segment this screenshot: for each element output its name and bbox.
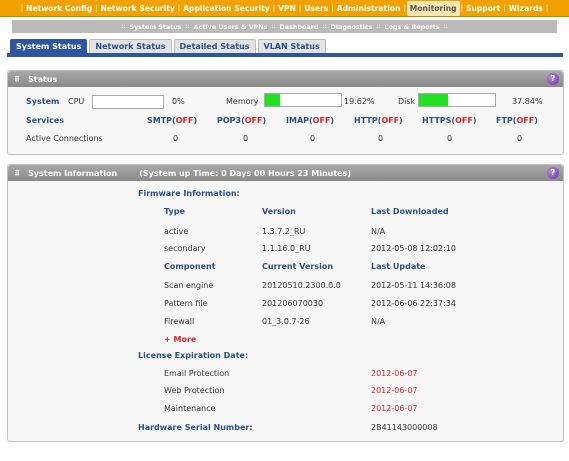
disk-label: Disk (398, 97, 416, 106)
serial-value: 2B41143000008 (371, 423, 438, 432)
component-name: Firewall (164, 317, 195, 326)
serial-label: Hardware Serial Number: (138, 423, 253, 432)
fw-version: 1.1.16.0_RU (262, 244, 311, 253)
subnav-system-status[interactable]: System Status (127, 23, 183, 31)
cpu-bar (92, 95, 164, 109)
nav-wizards[interactable]: Wizards (507, 4, 545, 13)
tab-vlan-status[interactable]: VLAN Status (257, 39, 326, 54)
grip-icon: ⠿ (14, 74, 21, 84)
fw-type: secondary (164, 244, 206, 253)
component-version: 201206070030 (262, 299, 324, 308)
services-label: Services (26, 116, 65, 125)
fw-last-downloaded: N/A (371, 227, 386, 236)
subnav-active-users-vpns[interactable]: Active Users & VPNs (192, 23, 270, 31)
tab-underline (7, 53, 563, 57)
pop3-connections: 0 (243, 134, 249, 143)
service-https: HTTPS(OFF) (422, 116, 477, 125)
component-last-update: N/A (371, 317, 386, 326)
active-connections-label: Active Connections (26, 134, 103, 143)
license-expiration: 2012-06-07 (371, 386, 418, 395)
component-version: 01_3.0.7-26 (262, 317, 310, 326)
license-expiration: 2012-06-07 (371, 369, 418, 378)
component-last-update: 2012-06-06 22:37:34 (371, 299, 456, 308)
status-tabs: System Status Network Status Detailed St… (10, 39, 328, 54)
license-name: Email Protection (164, 369, 230, 378)
nav-vpn[interactable]: VPN (276, 4, 298, 13)
tab-network-status[interactable]: Network Status (89, 39, 172, 54)
status-panel-header: ⠿ Status ? (8, 71, 563, 87)
imap-connections: 0 (310, 134, 316, 143)
memory-bar (264, 93, 342, 107)
nav-network-config[interactable]: Network Config (24, 4, 94, 13)
subnav-dashboard[interactable]: Dashboard (277, 23, 320, 31)
service-ftp: FTP(OFF) (496, 116, 538, 125)
fw-version: 1.3.7.2_RU (262, 227, 306, 236)
license-name: Web Protection (164, 386, 225, 395)
status-panel-title: Status (28, 74, 58, 84)
comp-header-last-update: Last Update (371, 262, 426, 271)
comp-header-component: Component (164, 262, 216, 271)
disk-value: 37.84% (512, 97, 543, 106)
smtp-connections: 0 (173, 134, 179, 143)
service-http: HTTP(OFF) (354, 116, 403, 125)
component-version: 20120510.2300.0.0 (262, 281, 341, 290)
component-last-update: 2012-05-11 14:36:08 (371, 281, 456, 290)
cpu-label: CPU (68, 97, 85, 106)
disk-bar-fill (419, 94, 448, 106)
service-imap: IMAP(OFF) (286, 116, 335, 125)
system-info-panel: ⠿ System Information (System up Time: 0 … (7, 164, 564, 442)
https-connections: 0 (447, 134, 453, 143)
service-pop3: POP3(OFF) (217, 116, 267, 125)
uptime-text: (System up Time: 0 Days 00 Hours 23 Minu… (139, 168, 352, 178)
license-expiration: 2012-06-07 (371, 404, 418, 413)
top-nav: | Network Config | Network Security | Ap… (0, 0, 569, 17)
fw-last-downloaded: 2012-05-08 12:02:10 (371, 244, 456, 253)
nav-monitoring[interactable]: Monitoring (406, 0, 460, 16)
system-info-title: System Information (28, 168, 118, 178)
fw-type: active (164, 227, 189, 236)
cpu-value: 0% (172, 97, 185, 106)
comp-header-current-version: Current Version (262, 262, 334, 271)
subnav-logs-reports[interactable]: Logs & Reports (383, 23, 442, 31)
firmware-label: Firmware Information: (138, 189, 240, 198)
memory-bar-fill (265, 94, 280, 106)
subnav-diagnostics[interactable]: Diagnostics (329, 23, 375, 31)
http-connections: 0 (378, 134, 384, 143)
nav-application-security[interactable]: Application Security (181, 4, 272, 13)
nav-network-security[interactable]: Network Security (99, 4, 177, 13)
status-panel: ⠿ Status ? System CPU 0% Memory 19.62% D… (7, 70, 564, 155)
component-name: Scan engine (164, 281, 214, 290)
tab-system-status[interactable]: System Status (10, 39, 88, 54)
system-info-header: ⠿ System Information (System up Time: 0 … (8, 165, 563, 181)
ftp-connections: 0 (517, 134, 523, 143)
memory-label: Memory (226, 97, 259, 106)
component-name: Pattern file (164, 299, 208, 308)
system-label: System (26, 97, 60, 106)
disk-bar (418, 93, 496, 107)
help-icon[interactable]: ? (547, 73, 559, 85)
fw-header-type: Type (164, 207, 185, 216)
service-smtp: SMTP(OFF) (147, 116, 198, 125)
help-icon[interactable]: ? (547, 167, 559, 179)
nav-support[interactable]: Support (464, 4, 502, 13)
fw-header-last-downloaded: Last Downloaded (371, 207, 449, 216)
nav-users[interactable]: Users (302, 4, 330, 13)
tab-detailed-status[interactable]: Detailed Status (173, 39, 256, 54)
license-label: License Expiration Date: (138, 351, 249, 360)
fw-header-version: Version (262, 207, 296, 216)
nav-administration[interactable]: Administration (335, 4, 403, 13)
license-name: Maintenance (164, 404, 216, 413)
sub-nav: :: System Status :: Active Users & VPNs … (12, 20, 557, 33)
grip-icon: ⠿ (14, 168, 21, 178)
memory-value: 19.62% (344, 97, 375, 106)
more-link[interactable]: + More (164, 335, 196, 344)
